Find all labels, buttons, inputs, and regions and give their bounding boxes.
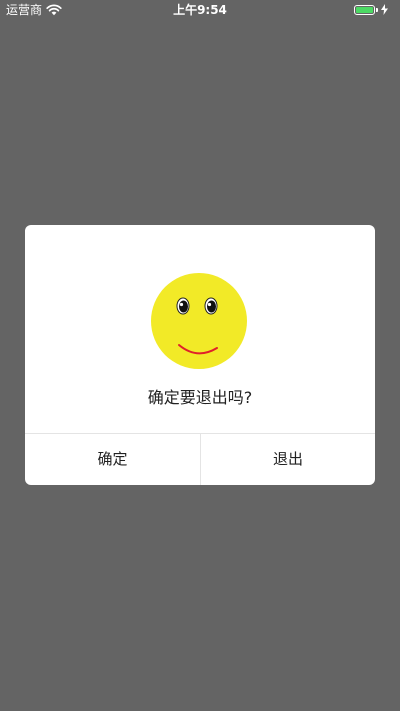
confirm-button[interactable]: 确定	[25, 434, 200, 485]
battery-indicator	[354, 4, 388, 15]
exit-button[interactable]: 退出	[201, 434, 375, 485]
charging-icon	[381, 4, 388, 15]
battery-level	[356, 6, 373, 13]
dialog-message: 确定要退出吗?	[147, 388, 253, 407]
exit-confirm-dialog: 确定要退出吗? 确定 退出	[25, 225, 375, 485]
status-bar: 运营商 上午9:54	[0, 0, 400, 20]
smiley-face-icon	[151, 273, 247, 369]
status-time: 上午9:54	[173, 3, 227, 17]
battery-icon	[354, 4, 375, 15]
battery-cap	[376, 7, 378, 12]
